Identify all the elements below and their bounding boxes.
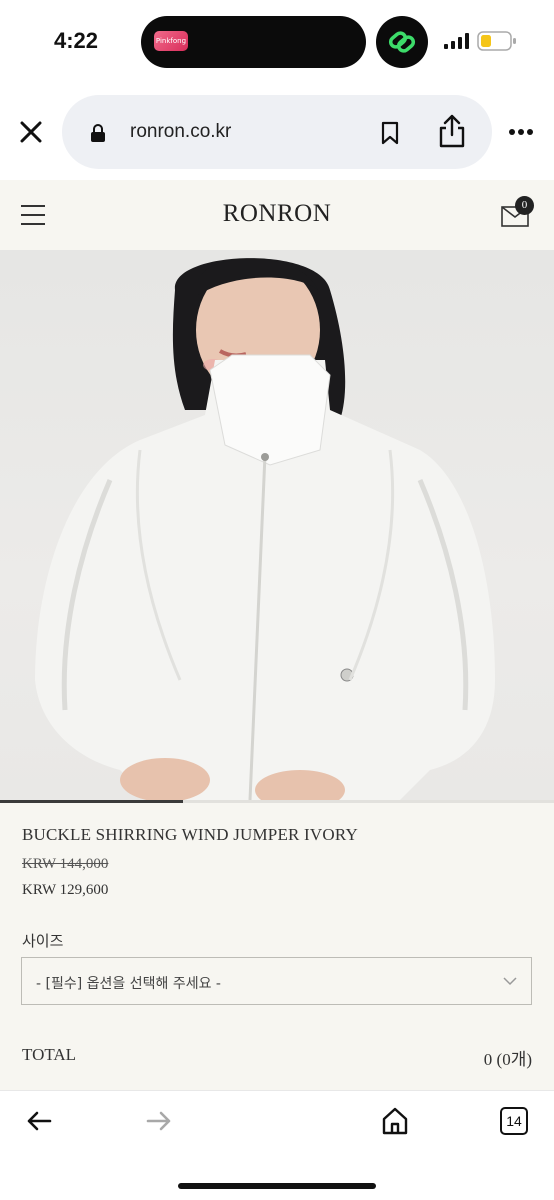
product-photo-illustration: [35, 258, 495, 800]
more-icon[interactable]: [508, 128, 534, 136]
close-icon[interactable]: [18, 119, 44, 145]
product-photo[interactable]: [0, 250, 554, 800]
url-text[interactable]: ronron.co.kr: [130, 121, 231, 143]
tabs-icon[interactable]: 14: [500, 1107, 528, 1135]
bookmark-icon[interactable]: [380, 121, 400, 145]
browser-toolbar: 14: [0, 1090, 554, 1200]
address-bar[interactable]: ronron.co.kr: [62, 95, 492, 169]
back-arrow-icon[interactable]: [26, 1110, 52, 1132]
island-app-badge: Pinkfong: [154, 31, 188, 51]
cellular-signal-icon: [444, 33, 469, 49]
size-select-placeholder: - [필수] 옵션을 선택해 주세요 -: [36, 976, 221, 992]
status-time: 4:22: [54, 28, 99, 53]
product-info: BUCKLE SHIRRING WIND JUMPER IVORY KRW 14…: [0, 803, 554, 1090]
product-name: BUCKLE SHIRRING WIND JUMPER IVORY: [22, 825, 358, 844]
dynamic-island: Pinkfong: [141, 16, 366, 68]
link-app-icon: [376, 16, 428, 68]
size-select[interactable]: - [필수] 옵션을 선택해 주세요 -: [21, 957, 532, 1005]
chevron-down-icon: [503, 977, 517, 986]
status-bar: 4:22 Pinkfong: [0, 0, 554, 84]
size-option-label: 사이즈: [22, 932, 64, 950]
cart-count-badge: 0: [515, 196, 534, 215]
sale-price: KRW 129,600: [22, 882, 109, 898]
home-icon[interactable]: [381, 1106, 409, 1136]
share-icon[interactable]: [437, 113, 467, 149]
lock-icon: [91, 124, 105, 142]
total-value: 0 (0개): [483, 1050, 532, 1069]
site-logo[interactable]: RONRON: [0, 200, 554, 228]
site-header: RONRON: [0, 180, 554, 250]
original-price: KRW 144,000: [22, 856, 109, 872]
home-indicator[interactable]: [178, 1183, 376, 1189]
browser-address-area: ronron.co.kr: [0, 84, 554, 180]
battery-icon: [477, 31, 516, 51]
total-label: TOTAL: [22, 1045, 77, 1064]
forward-arrow-icon[interactable]: [146, 1110, 172, 1132]
